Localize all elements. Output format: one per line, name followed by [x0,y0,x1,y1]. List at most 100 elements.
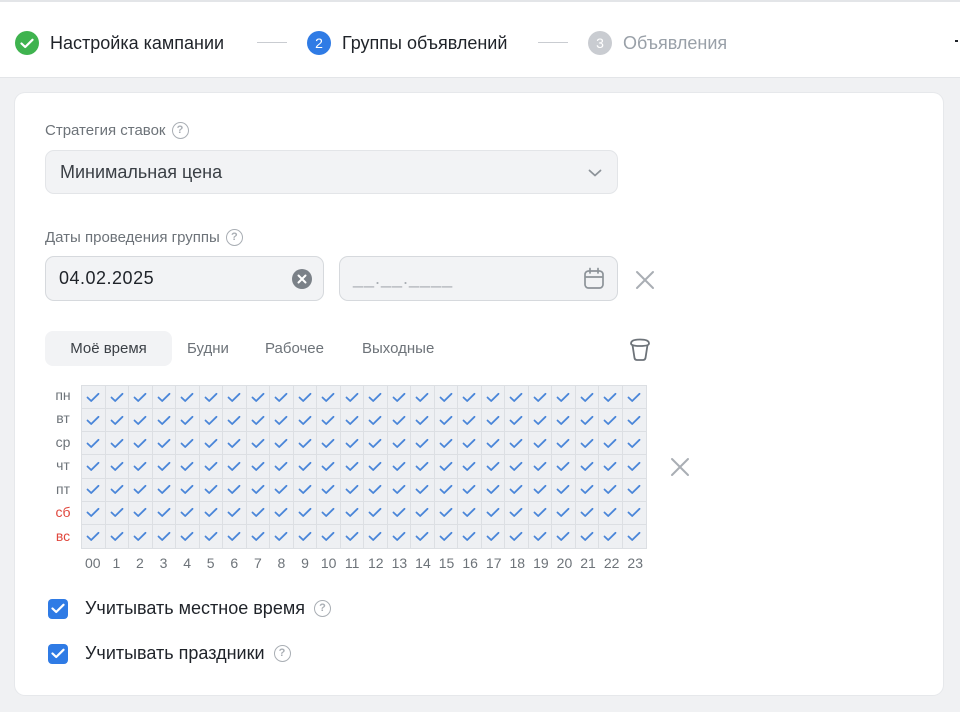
schedule-cell[interactable] [481,409,505,433]
schedule-cell[interactable] [176,524,200,548]
schedule-cell[interactable] [176,478,200,502]
schedule-cell[interactable] [387,409,411,433]
schedule-cell[interactable] [411,386,435,410]
schedule-cell[interactable] [246,501,270,525]
schedule-cell[interactable] [105,409,129,433]
schedule-cell[interactable] [552,478,576,502]
schedule-cell[interactable] [434,455,458,479]
local-time-checkbox[interactable] [48,598,68,619]
schedule-cell[interactable] [152,501,176,525]
clear-date-icon[interactable] [292,269,312,289]
schedule-cell[interactable] [317,455,341,479]
schedule-cell[interactable] [129,409,153,433]
schedule-cell[interactable] [270,455,294,479]
schedule-cell[interactable] [411,455,435,479]
schedule-cell[interactable] [129,455,153,479]
schedule-cell[interactable] [505,432,529,456]
schedule-cell[interactable] [364,455,388,479]
schedule-cell[interactable] [82,386,106,410]
schedule-cell[interactable] [340,478,364,502]
schedule-cell[interactable] [105,386,129,410]
clear-dates-close-icon[interactable] [634,269,656,291]
tab-weekdays[interactable]: Будни [187,331,229,366]
step-campaign-settings[interactable]: Настройка кампании [15,30,224,56]
end-date-input[interactable]: __.__.____ [339,256,618,301]
help-icon[interactable]: ? [273,645,291,662]
schedule-cell[interactable] [270,524,294,548]
schedule-cell[interactable] [82,501,106,525]
schedule-cell[interactable] [317,501,341,525]
schedule-cell[interactable] [575,478,599,502]
schedule-cell[interactable] [622,455,646,479]
schedule-cell[interactable] [576,524,599,548]
schedule-cell[interactable] [293,455,317,479]
schedule-cell[interactable] [317,524,341,548]
schedule-cell[interactable] [82,524,106,548]
schedule-cell[interactable] [270,501,294,525]
schedule-cell[interactable] [82,432,106,456]
schedule-cell[interactable] [129,501,153,525]
schedule-cell[interactable] [599,455,623,479]
schedule-cell[interactable] [317,432,341,456]
schedule-cell[interactable] [270,386,294,410]
schedule-cell[interactable] [293,478,317,502]
schedule-cell[interactable] [388,524,411,548]
schedule-cell[interactable] [552,524,576,548]
schedule-cell[interactable] [411,524,435,548]
schedule-cell[interactable] [458,501,482,525]
schedule-cell[interactable] [340,386,364,410]
schedule-cell[interactable] [246,455,270,479]
schedule-cell[interactable] [364,432,388,456]
schedule-cell[interactable] [223,432,247,456]
schedule-cell[interactable] [411,409,435,433]
help-icon[interactable]: ? [171,122,189,139]
tab-my-time[interactable]: Моё время [45,331,172,366]
schedule-cell[interactable] [528,386,552,410]
schedule-cell[interactable] [340,501,364,525]
schedule-cell[interactable] [199,478,223,502]
schedule-cell[interactable] [364,386,388,410]
schedule-cell[interactable] [152,478,176,502]
schedule-cell[interactable] [505,501,529,525]
help-icon[interactable]: ? [313,600,331,617]
schedule-cell[interactable] [105,501,129,525]
schedule-cell[interactable] [246,386,270,410]
schedule-cell[interactable] [223,524,247,548]
schedule-cell[interactable] [176,409,200,433]
schedule-cell[interactable] [152,386,176,410]
schedule-cell[interactable] [246,478,270,502]
schedule-cell[interactable] [293,501,317,525]
schedule-cell[interactable] [176,455,200,479]
schedule-cell[interactable] [223,409,247,433]
schedule-cell[interactable] [622,432,646,456]
schedule-cell[interactable] [528,432,552,456]
schedule-cell[interactable] [105,478,129,502]
schedule-cell[interactable] [505,478,529,502]
schedule-cell[interactable] [528,409,552,433]
schedule-cell[interactable] [481,386,505,410]
schedule-cell[interactable] [599,501,623,525]
schedule-cell[interactable] [575,501,599,525]
schedule-cell[interactable] [622,386,646,410]
schedule-cell[interactable] [223,386,247,410]
local-time-option[interactable]: Учитывать местное время ? [48,598,331,619]
schedule-cell[interactable] [387,386,411,410]
step-ads[interactable]: 3 Объявления [588,30,727,56]
holidays-checkbox[interactable] [48,643,68,664]
schedule-cell[interactable] [223,455,247,479]
schedule-cell[interactable] [481,455,505,479]
schedule-cell[interactable] [199,409,223,433]
bid-strategy-select[interactable]: Минимальная цена [45,150,618,194]
schedule-cell[interactable] [434,501,458,525]
schedule-cell[interactable] [387,501,411,525]
schedule-cell[interactable] [270,432,294,456]
schedule-cell[interactable] [599,432,623,456]
schedule-cell[interactable] [458,409,482,433]
schedule-cell[interactable] [505,455,529,479]
schedule-cell[interactable] [622,479,646,502]
schedule-grid[interactable] [81,385,647,549]
schedule-cell[interactable] [82,478,106,502]
schedule-cell[interactable] [458,386,482,410]
schedule-cell[interactable] [481,478,505,502]
schedule-cell[interactable] [622,409,646,433]
